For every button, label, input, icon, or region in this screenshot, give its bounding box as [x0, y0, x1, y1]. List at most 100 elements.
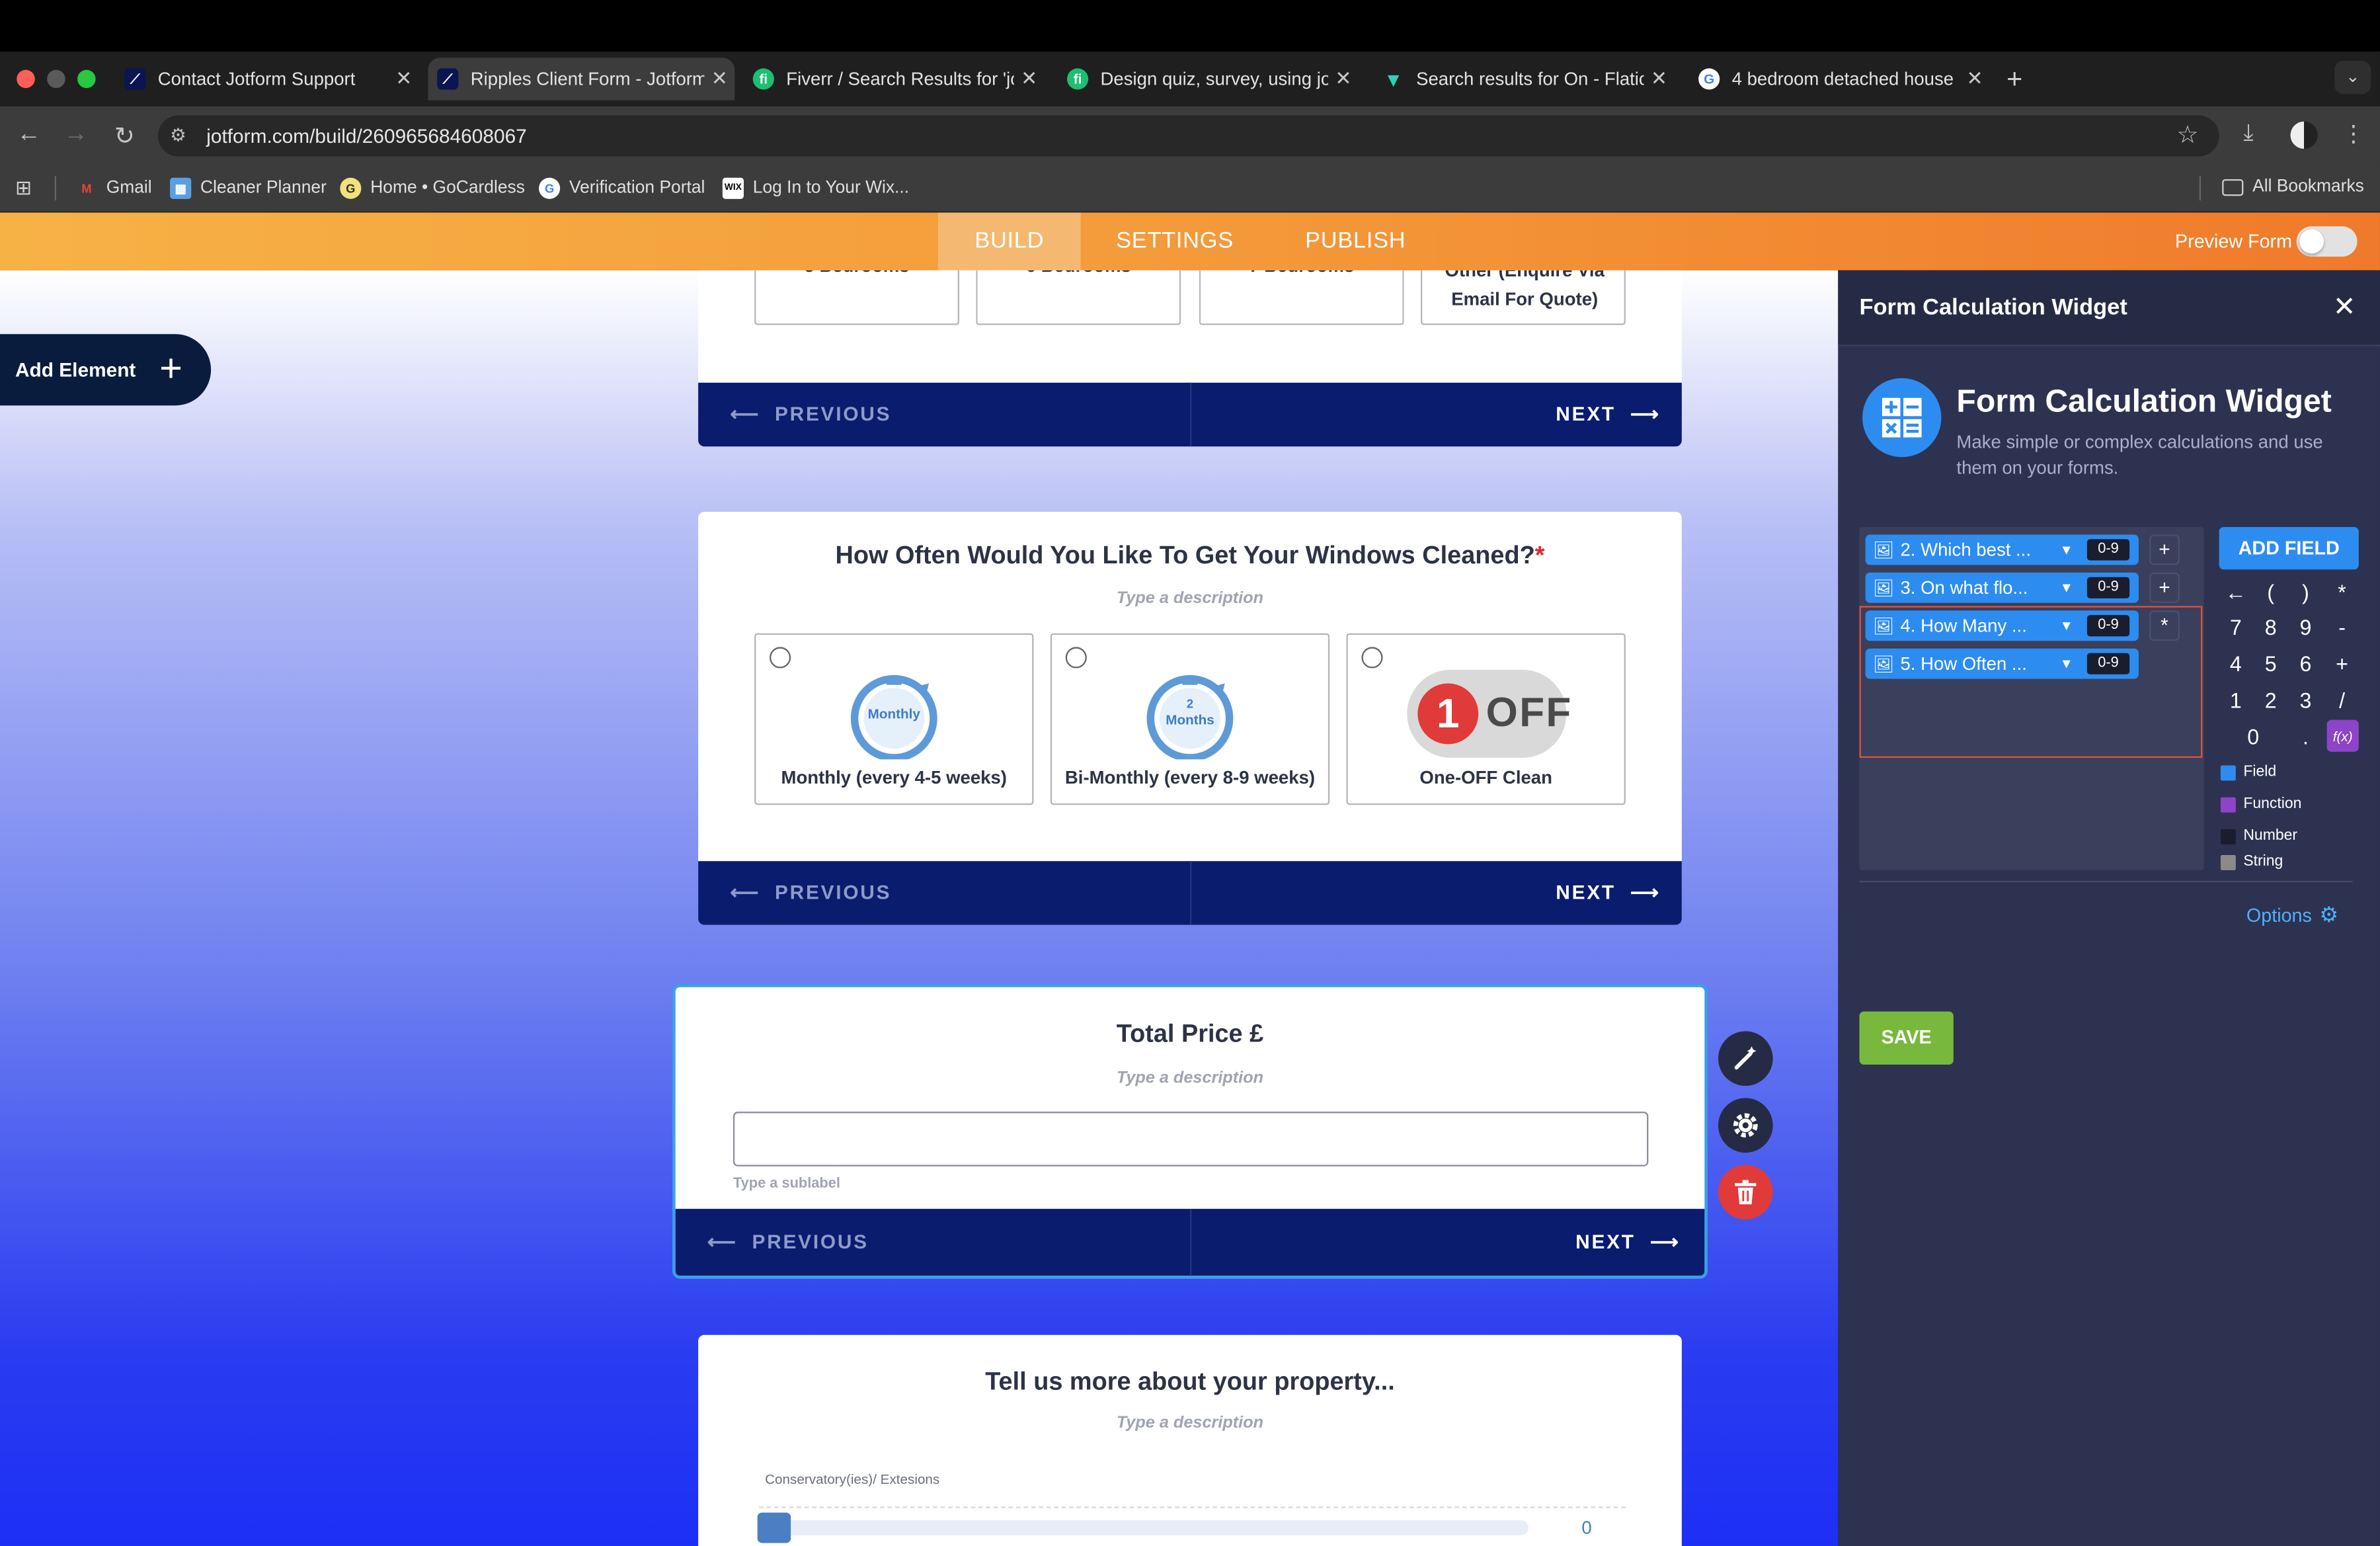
apps-grid-icon[interactable]: ⊞ — [15, 176, 32, 200]
forward-icon[interactable]: → — [61, 122, 91, 149]
download-icon[interactable]: ⤓ — [2243, 120, 2253, 145]
previous-button[interactable]: ⟵ PREVIOUS — [730, 881, 891, 905]
keypad-key[interactable]: 9 — [2289, 610, 2322, 644]
radio-button[interactable] — [1065, 647, 1087, 669]
property-description[interactable]: Type a description — [698, 1414, 1682, 1432]
chevron-down-icon[interactable]: ▼ — [2060, 656, 2084, 671]
tab-publish[interactable]: PUBLISH — [1290, 213, 1421, 270]
keypad-key[interactable]: . — [2289, 720, 2322, 754]
close-tab-icon[interactable]: ✕ — [704, 67, 734, 91]
delete-button[interactable] — [1718, 1164, 1773, 1220]
keypad-key[interactable]: ( — [2254, 575, 2287, 609]
keypad-key[interactable]: 6 — [2289, 647, 2322, 680]
save-button[interactable]: SAVE — [1859, 1011, 1954, 1065]
profile-avatar[interactable] — [2290, 121, 2318, 149]
slider-track[interactable] — [762, 1520, 1528, 1535]
keypad-key-zero[interactable]: 0 — [2219, 720, 2287, 754]
close-tab-icon[interactable]: ✕ — [389, 67, 419, 91]
formula-field-chip[interactable]: 🖼 5. How Often ... ▼ 0-9 — [1865, 648, 2139, 679]
previous-button[interactable]: ⟵ PREVIOUS — [707, 1230, 869, 1254]
radio-button[interactable] — [1361, 647, 1383, 669]
options-link[interactable]: Options ⚙ — [2246, 902, 2338, 928]
bookmark-star-icon[interactable]: ☆ — [2176, 120, 2198, 150]
bookmark-verification-portal[interactable]: G Verification Portal — [539, 177, 705, 199]
close-tab-icon[interactable]: ✕ — [1960, 67, 1990, 91]
keypad-key[interactable]: 3 — [2289, 684, 2322, 717]
previous-button[interactable]: ⟵ PREVIOUS — [730, 403, 891, 427]
keypad-key[interactable]: 2 — [2254, 684, 2287, 717]
image-choice-bimonthly[interactable]: 2 Months Bi-Monthly (every 8-9 weeks) — [1050, 633, 1330, 805]
close-panel-icon[interactable]: ✕ — [2333, 292, 2356, 323]
browser-tab[interactable]: ▼ Search results for On - Flatico ✕ — [1374, 58, 1675, 100]
keypad-key[interactable]: 7 — [2219, 610, 2253, 644]
next-button[interactable]: NEXT ⟶ — [1575, 1230, 1680, 1254]
menu-kebab-icon[interactable]: ⋮ — [2342, 120, 2365, 147]
total-price-sublabel[interactable]: Type a sublabel — [733, 1176, 840, 1192]
tab-build[interactable]: BUILD — [937, 212, 1081, 270]
next-button[interactable]: NEXT ⟶ — [1556, 881, 1660, 905]
chevron-down-icon[interactable]: ▼ — [2060, 618, 2084, 633]
total-price-input[interactable] — [733, 1112, 1649, 1166]
image-choice-option[interactable]: 5 Bedrooms — [754, 270, 960, 325]
bookmark-gmail[interactable]: M Gmail — [76, 178, 151, 199]
image-choice-oneoff[interactable]: 1 OFF One-OFF Clean — [1346, 633, 1626, 805]
add-field-button[interactable]: ADD FIELD — [2219, 526, 2359, 570]
keypad-backspace[interactable]: ← — [2219, 575, 2253, 609]
image-choice-option[interactable]: 6 Bedrooms — [976, 270, 1181, 325]
reload-icon[interactable]: ↻ — [109, 122, 139, 152]
image-choice-option[interactable]: Other (Enquire Via Email For Quote) — [1420, 270, 1626, 325]
image-choice-monthly[interactable]: Monthly Monthly (every 4-5 weeks) — [754, 633, 1034, 805]
question-title[interactable]: How Often Would You Like To Get Your Win… — [698, 542, 1682, 571]
formula-field-chip[interactable]: 🖼 2. Which best ... ▼ 0-9 — [1865, 534, 2139, 565]
site-info-icon[interactable]: ⚙ — [170, 124, 186, 145]
minimize-window-button[interactable] — [47, 69, 65, 89]
keypad-key[interactable]: 8 — [2254, 610, 2287, 644]
close-tab-icon[interactable]: ✕ — [1644, 67, 1674, 91]
maximize-window-button[interactable] — [77, 69, 96, 89]
tab-search-button[interactable]: ⌄ — [2334, 60, 2371, 95]
keypad-key[interactable]: - — [2325, 610, 2359, 644]
image-choice-option[interactable]: 7 Bedrooms — [1199, 270, 1404, 325]
operator-token[interactable]: + — [2149, 572, 2180, 603]
new-tab-button[interactable]: + — [2006, 63, 2022, 95]
close-tab-icon[interactable]: ✕ — [1328, 67, 1359, 91]
keypad-key[interactable]: * — [2325, 575, 2359, 609]
browser-tab[interactable]: fi Fiverr / Search Results for 'jot ✕ — [744, 58, 1045, 100]
preview-form-toggle[interactable] — [2296, 226, 2358, 257]
close-tab-icon[interactable]: ✕ — [1014, 67, 1045, 91]
keypad-key[interactable]: / — [2325, 684, 2359, 717]
slider-handle[interactable] — [757, 1512, 791, 1543]
url-text[interactable]: jotform.com/build/260965684608067 — [206, 124, 527, 147]
function-button[interactable]: f(x) — [2326, 719, 2359, 752]
browser-tab[interactable]: ⟋ Contact Jotform Support ✕ — [115, 58, 418, 100]
properties-button[interactable] — [1718, 1098, 1773, 1153]
close-window-button[interactable] — [17, 69, 35, 89]
operator-token[interactable]: + — [2149, 534, 2180, 565]
chevron-down-icon[interactable]: ▼ — [2060, 580, 2084, 595]
total-price-title[interactable]: Total Price £ — [676, 1020, 1705, 1049]
property-title[interactable]: Tell us more about your property... — [698, 1368, 1682, 1397]
total-price-description[interactable]: Type a description — [676, 1069, 1705, 1088]
formula-field-chip[interactable]: 🖼 3. On what flo... ▼ 0-9 — [1865, 572, 2139, 603]
question-description[interactable]: Type a description — [698, 589, 1682, 608]
operator-token[interactable]: * — [2149, 610, 2180, 641]
formula-field-chip[interactable]: 🖼 4. How Many ... ▼ 0-9 — [1865, 610, 2139, 641]
browser-tab[interactable]: G 4 bedroom detached house le ✕ — [1689, 58, 1990, 100]
chevron-down-icon[interactable]: ▼ — [2060, 542, 2084, 557]
form-page-total-price-selected[interactable]: Total Price £ Type a description Type a … — [672, 984, 1708, 1279]
wand-button[interactable] — [1718, 1031, 1773, 1086]
keypad-key[interactable]: ) — [2289, 575, 2322, 609]
bookmark-cleaner-planner[interactable]: ▦ Cleaner Planner — [170, 177, 327, 199]
browser-tab[interactable]: fi Design quiz, survey, using jot ✕ — [1058, 58, 1359, 100]
tab-settings[interactable]: SETTINGS — [1099, 213, 1251, 270]
keypad-key[interactable]: 1 — [2219, 684, 2253, 717]
keypad-key[interactable]: + — [2325, 647, 2359, 680]
keypad-key[interactable]: 4 — [2219, 647, 2253, 680]
add-element-button[interactable]: Add Element + — [0, 334, 212, 406]
bookmark-wix[interactable]: WIX Log In to Your Wix... — [722, 177, 909, 199]
bookmark-gocardless[interactable]: G Home • GoCardless — [340, 177, 525, 199]
browser-tab-active[interactable]: ⟋ Ripples Client Form - Jotform ✕ — [428, 58, 735, 101]
keypad-key[interactable]: 5 — [2254, 647, 2287, 680]
back-icon[interactable]: ← — [14, 122, 44, 149]
next-button[interactable]: NEXT ⟶ — [1556, 403, 1660, 427]
